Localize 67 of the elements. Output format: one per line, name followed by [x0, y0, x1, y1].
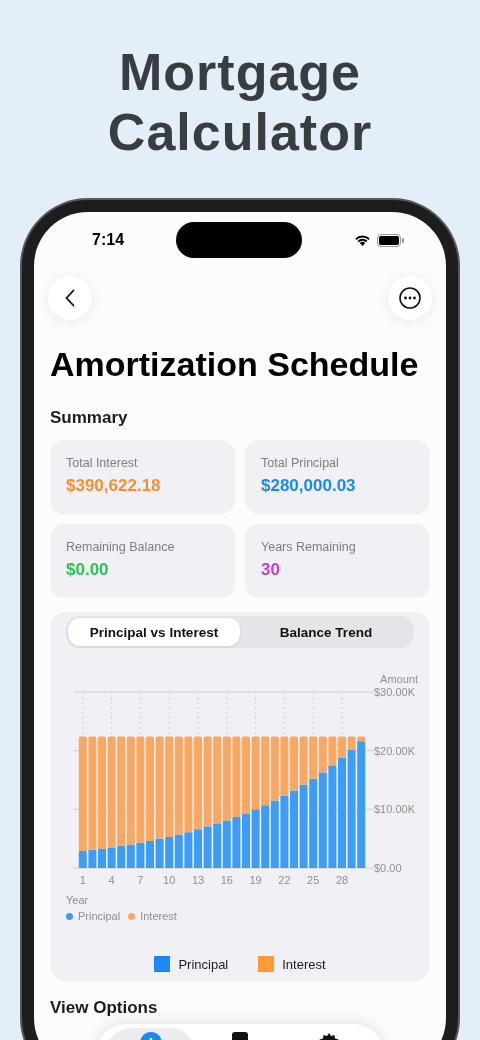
wifi-icon [354, 234, 371, 246]
interest-bar [261, 736, 270, 806]
interest-bar [309, 736, 318, 779]
section-heading: View Options [50, 998, 159, 1018]
x-tick-label: 19 [249, 874, 262, 886]
page-title: Amortization Schedule [50, 344, 420, 385]
principal-bar [251, 809, 260, 868]
summary-label: Total Interest [66, 456, 139, 470]
chevron-left-icon [65, 289, 75, 307]
principal-bar [136, 842, 145, 868]
x-axis-title: Year [66, 894, 90, 906]
more-icon [399, 287, 421, 309]
more-button[interactable] [388, 276, 432, 320]
summary-value: $0.00 [66, 560, 110, 580]
section-heading: Summary [50, 408, 129, 428]
principal-bar [213, 823, 222, 868]
y-tick-label: $10.00K [374, 803, 415, 816]
back-button[interactable] [48, 276, 92, 320]
series-legend-item: Interest [128, 910, 177, 922]
interest-bar [328, 736, 337, 766]
x-tick-label: 4 [108, 874, 115, 886]
principal-bar [203, 826, 212, 868]
summary-value: $390,622.18 [66, 476, 162, 496]
summary-value: 30 [261, 560, 281, 580]
status-time: 7:14 [92, 231, 125, 249]
principal-bar [88, 849, 97, 868]
principal-bar [222, 820, 231, 868]
x-tick-label: 13 [191, 874, 205, 886]
series-legend-item: Principal [66, 910, 121, 922]
principal-bar [117, 845, 126, 868]
principal-bar [232, 816, 241, 868]
x-tick-label: 10 [163, 874, 176, 886]
interest-bar [280, 736, 289, 796]
legend-dot [66, 912, 73, 920]
summary-label: Total Principal [261, 456, 340, 470]
y-tick-label: $30.00K [374, 686, 415, 698]
y-tick-label: $0.00 [374, 862, 402, 874]
x-tick-label: 1 [79, 874, 86, 886]
principal-bar [126, 844, 135, 868]
x-tick-label: 16 [220, 874, 233, 886]
summary-value: $280,000.03 [261, 476, 357, 496]
principal-bar [165, 836, 174, 868]
interest-bar [270, 736, 279, 801]
principal-bar [261, 805, 270, 868]
x-tick-label: 7 [137, 874, 144, 886]
interest-bar [318, 736, 327, 773]
x-tick-label: 22 [278, 874, 291, 886]
summary-label: Years Remaining [261, 540, 357, 554]
battery-icon [377, 233, 404, 247]
principal-bar [270, 800, 279, 868]
summary-label: Remaining Balance [66, 540, 176, 554]
legend-item: Interest [258, 956, 326, 972]
principal-bar [155, 838, 164, 868]
legend-dot [128, 912, 136, 920]
headline: Mortgage Calculator [106, 42, 374, 162]
x-tick-label: 28 [335, 874, 349, 886]
legend-item: Principal [154, 956, 229, 972]
segment-tab[interactable]: Principal vs Interest [68, 618, 240, 646]
x-tick-label: 25 [307, 874, 320, 886]
principal-bar [184, 832, 193, 868]
principal-bar [107, 847, 116, 868]
y-axis-title: Amount [380, 673, 418, 685]
principal-bar [78, 851, 87, 868]
segment-tab[interactable]: Balance Trend [240, 618, 412, 646]
principal-bar [174, 834, 183, 868]
interest-bar [299, 736, 308, 785]
y-tick-label: $20.00K [374, 744, 415, 757]
